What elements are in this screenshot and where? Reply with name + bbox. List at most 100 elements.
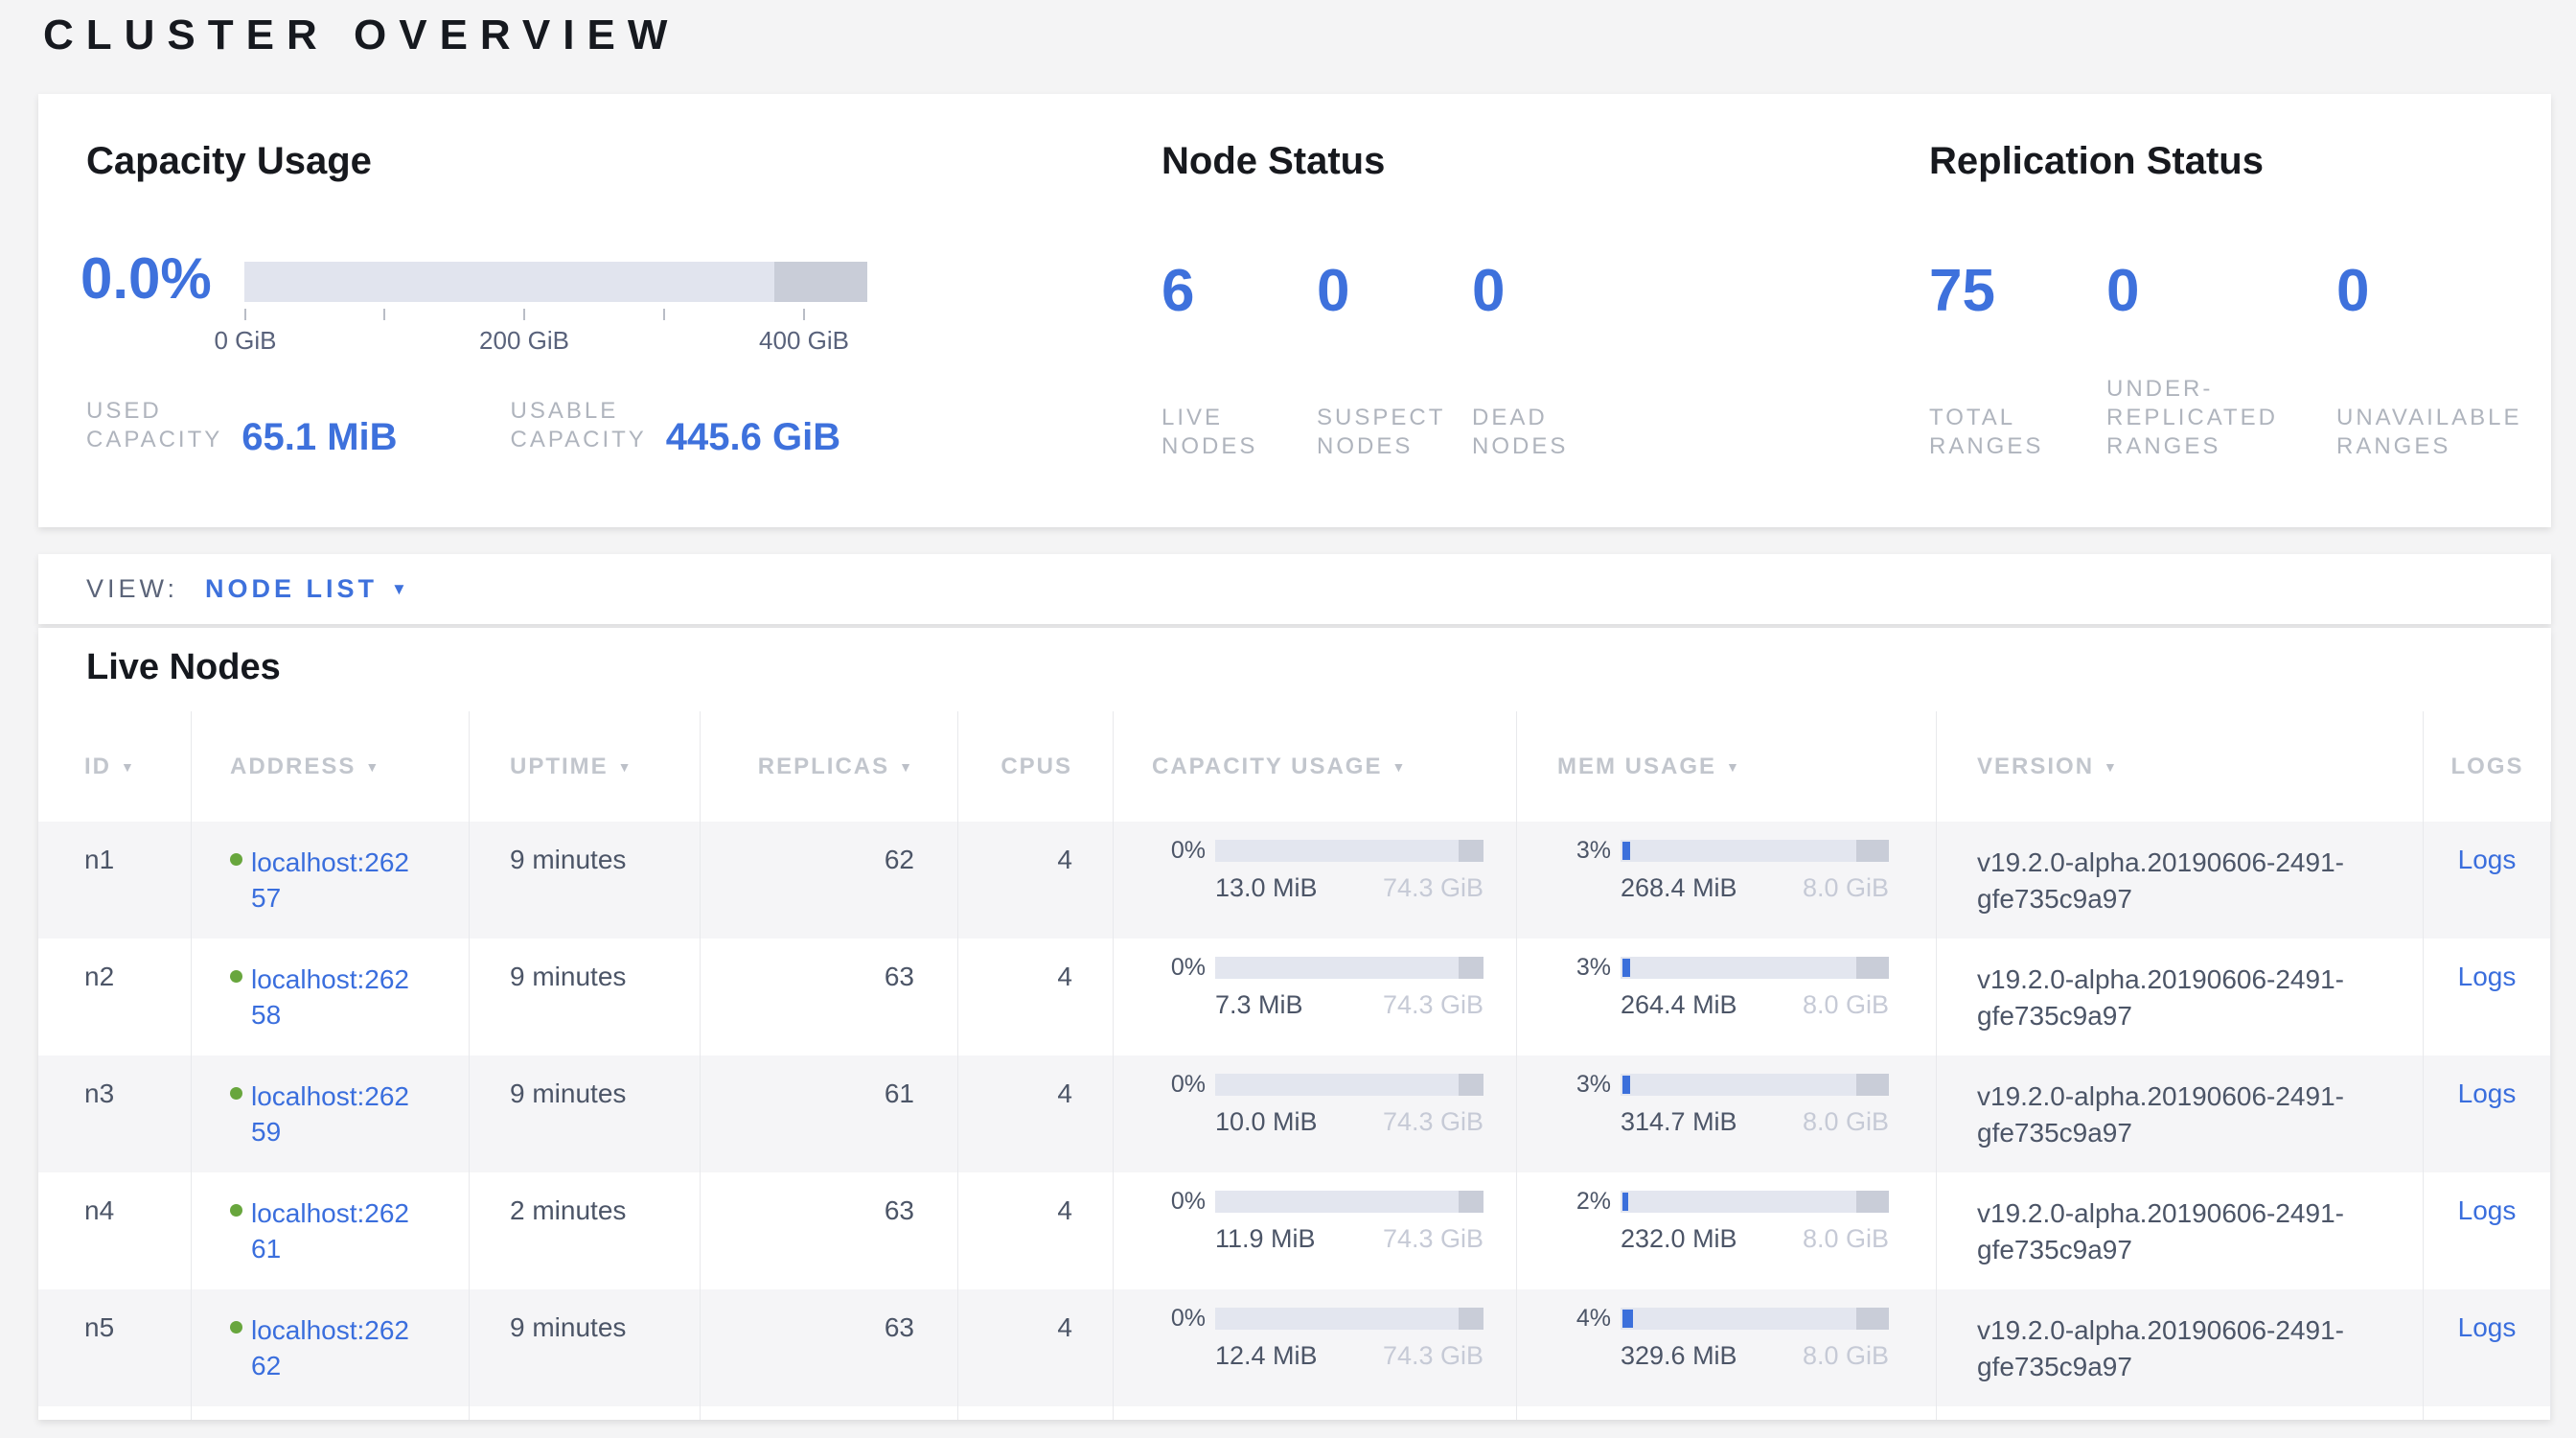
- capacity-usage-used-value: 11.9 MiB: [1215, 1224, 1316, 1254]
- capacity-usage-bar: [1215, 840, 1484, 862]
- view-mode-dropdown[interactable]: NODE LIST ▼: [205, 574, 411, 604]
- column-header-logs: LOGS: [2424, 711, 2551, 822]
- node-address-cell: localhost:26257: [192, 822, 470, 939]
- column-header-version[interactable]: VERSION▼: [1937, 711, 2424, 822]
- node-replicas-cell: 63: [701, 1172, 958, 1289]
- table-row-node-n2: n2localhost:262589 minutes6340%7.3 MiB74…: [38, 939, 2551, 1055]
- capacity-usage-percent: 0%: [1152, 1071, 1206, 1099]
- dead-nodes-stat: 0 DEAD NODES: [1472, 257, 1664, 461]
- usable-capacity-value: 445.6 GiB: [666, 416, 840, 459]
- node-replicas-cell: 61: [701, 1055, 958, 1172]
- node-address-link[interactable]: localhost:26262: [251, 1312, 416, 1383]
- view-mode-selected: NODE LIST: [205, 574, 378, 604]
- axis-tick: [244, 309, 246, 320]
- mem-usage-cell: 2%232.0 MiB8.0 GiB: [1517, 1172, 1937, 1289]
- column-header-id[interactable]: ID▼: [38, 711, 192, 822]
- mem-usage-used-value: 314.7 MiB: [1621, 1107, 1737, 1137]
- total-ranges-count: 75: [1929, 257, 2106, 325]
- node-address-link[interactable]: localhost:26258: [251, 962, 416, 1032]
- node-address-cell: localhost:26258: [192, 939, 470, 1055]
- node-version-text: v19.2.0-alpha.20190606-2491-gfe735c9a97: [1977, 962, 2349, 1034]
- mem-usage-bar-tail: [1856, 957, 1889, 979]
- mem-usage-cell: 3%268.4 MiB8.0 GiB: [1517, 822, 1937, 939]
- mem-usage-bar-tail: [1856, 1191, 1889, 1213]
- capacity-bar-nonusable-segment: [774, 262, 868, 302]
- replication-status-title: Replication Status: [1929, 140, 2264, 183]
- node-version-cell: v19.2.0-alpha.20190606-2491-gfe735c9a97: [1937, 822, 2424, 939]
- node-replicas-cell: 63: [701, 939, 958, 1055]
- node-cpus-cell: 4: [958, 1055, 1114, 1172]
- column-header-mem-usage[interactable]: MEM USAGE▼: [1517, 711, 1937, 822]
- capacity-usage-max-value: 74.3 GiB: [1383, 1224, 1484, 1254]
- column-header-address[interactable]: ADDRESS▼: [192, 711, 470, 822]
- mem-usage-bar: [1621, 1074, 1889, 1096]
- capacity-usage-bar: [1215, 1308, 1484, 1330]
- table-row-node-n1: n1localhost:262579 minutes6240%13.0 MiB7…: [38, 822, 2551, 939]
- node-uptime-cell: 9 minutes: [470, 1289, 701, 1406]
- capacity-usage-percent: 0%: [1152, 1188, 1206, 1216]
- cluster-summary-card: Capacity Usage 0.0% 0 GiB 200 GiB 400 Gi…: [38, 94, 2551, 527]
- capacity-axis-ticks: [244, 309, 867, 320]
- node-logs-link[interactable]: Logs: [2424, 1195, 2550, 1226]
- node-live-status-icon: [230, 1321, 242, 1334]
- node-cpus-cell: 4: [958, 1172, 1114, 1289]
- table-row-node-n4: n4localhost:262612 minutes6340%11.9 MiB7…: [38, 1172, 2551, 1289]
- capacity-usage-bar-tail: [1459, 1074, 1484, 1096]
- node-cpus-cell: 4: [958, 822, 1114, 939]
- capacity-usage-bar-tail: [1459, 957, 1484, 979]
- node-id-cell: n3: [38, 1055, 192, 1172]
- capacity-usage-cell: 0%12.4 MiB74.3 GiB: [1114, 1289, 1517, 1406]
- mem-usage-bar: [1621, 957, 1889, 979]
- node-logs-link[interactable]: Logs: [2424, 845, 2550, 875]
- mem-usage-bar: [1621, 1191, 1889, 1213]
- capacity-usage-used-value: 13.0 MiB: [1215, 873, 1318, 903]
- capacity-stats: USED CAPACITY 65.1 MiB USABLE CAPACITY 4…: [86, 397, 840, 454]
- capacity-usage-bar-tail: [1459, 1191, 1484, 1213]
- column-header-replicas[interactable]: REPLICAS▼: [701, 711, 958, 822]
- capacity-usage-bar-tail: [1459, 1308, 1484, 1330]
- capacity-usage-percent: 0%: [1152, 954, 1206, 982]
- node-id-cell: n1: [38, 822, 192, 939]
- node-address-link[interactable]: localhost:26257: [251, 845, 416, 916]
- mem-usage-cell: 4%329.6 MiB8.0 GiB: [1517, 1289, 1937, 1406]
- node-version-cell: v19.2.0-alpha.20190606-2491-gfe735c9a97: [1937, 1289, 2424, 1406]
- mem-usage-used-value: 268.4 MiB: [1621, 873, 1737, 903]
- mem-usage-used-value: 264.4 MiB: [1621, 990, 1737, 1020]
- column-header-uptime[interactable]: UPTIME▼: [470, 711, 701, 822]
- node-replicas-cell: 63: [701, 1289, 958, 1406]
- node-logs-link[interactable]: Logs: [2424, 962, 2550, 992]
- node-live-status-icon: [230, 1204, 242, 1217]
- node-logs-link[interactable]: Logs: [2424, 1312, 2550, 1343]
- capacity-usage-cell: 0% 7.3 MiB 74.3 GiB: [1114, 939, 1517, 1055]
- node-logs-cell: Logs: [2424, 1172, 2551, 1289]
- node-version-cell: v19.2.0-alpha.20190606-2491-gfe735c9a97: [1937, 939, 2424, 1055]
- used-capacity-label: USED CAPACITY: [86, 397, 222, 454]
- node-version-text: v19.2.0-alpha.20190606-2491-gfe735c9a97: [1977, 845, 2349, 917]
- unavailable-ranges-stat: 0 UNAVAILABLE RANGES: [2336, 257, 2557, 461]
- table-body: n1localhost:262579 minutes6240%13.0 MiB7…: [38, 822, 2551, 1406]
- mem-usage-percent: 3%: [1557, 837, 1611, 865]
- live-nodes-stat: 6 LIVE NODES: [1162, 257, 1317, 461]
- node-status-title: Node Status: [1162, 140, 1385, 183]
- node-address-link[interactable]: localhost:26261: [251, 1195, 416, 1266]
- usable-capacity-stat: USABLE CAPACITY 445.6 GiB: [511, 397, 841, 454]
- mem-usage-bar-fill: [1622, 1076, 1630, 1094]
- dead-nodes-count: 0: [1472, 257, 1664, 325]
- column-header-capacity-usage[interactable]: CAPACITY USAGE▼: [1114, 711, 1517, 822]
- axis-tick: [803, 309, 805, 320]
- node-version-text: v19.2.0-alpha.20190606-2491-gfe735c9a97: [1977, 1078, 2349, 1151]
- node-address-link[interactable]: localhost:26259: [251, 1078, 416, 1149]
- live-nodes-table: ID▼ ADDRESS▼ UPTIME▼ REPLICAS▼ CPUS CAPA…: [38, 711, 2551, 1420]
- mem-usage-percent: 4%: [1557, 1305, 1611, 1333]
- capacity-usage-max-value: 74.3 GiB: [1383, 990, 1484, 1020]
- node-uptime-cell: 9 minutes: [470, 822, 701, 939]
- mem-usage-percent: 3%: [1557, 954, 1611, 982]
- table-row-partial: [38, 1406, 2551, 1420]
- node-logs-link[interactable]: Logs: [2424, 1078, 2550, 1109]
- mem-usage-bar-fill: [1622, 959, 1630, 977]
- node-address-cell: localhost:26259: [192, 1055, 470, 1172]
- node-logs-cell: Logs: [2424, 822, 2551, 939]
- capacity-usage-used-value: 7.3 MiB: [1215, 990, 1303, 1020]
- capacity-usage-percent: 0%: [1152, 1305, 1206, 1333]
- capacity-axis-labels: 0 GiB 200 GiB 400 GiB: [244, 326, 867, 355]
